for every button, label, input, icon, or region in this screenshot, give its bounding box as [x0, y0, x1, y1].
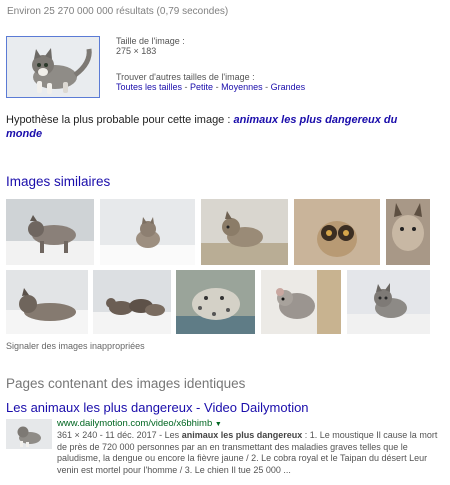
size-link-separator: -	[182, 82, 191, 92]
matching-pages-heading: Pages contenant des images identiques	[6, 376, 246, 391]
similar-images-heading[interactable]: Images similaires	[6, 174, 110, 189]
similar-image-lemur[interactable]	[294, 199, 380, 265]
size-link-medium[interactable]: Moyennes	[221, 82, 263, 92]
result-meta: 361 × 240 - 11 déc. 2017 - Les	[57, 430, 180, 440]
similar-image-wolf-lying[interactable]	[6, 270, 88, 334]
best-guess: Hypothèse la plus probable pour cette im…	[6, 113, 436, 141]
similar-image-kitten-snow[interactable]	[100, 199, 195, 265]
size-link-large[interactable]: Grandes	[271, 82, 306, 92]
similar-image-lynx[interactable]	[386, 199, 430, 265]
report-inappropriate-link[interactable]: Signaler des images inappropriées	[6, 341, 145, 351]
best-guess-label: Hypothèse la plus probable pour cette im…	[6, 114, 231, 126]
result-title-link[interactable]: Les animaux les plus dangereux - Video D…	[6, 400, 309, 415]
similar-image-wolf-pack[interactable]	[93, 270, 171, 334]
result-url[interactable]: www.dailymotion.com/video/x6bhimb ▼	[57, 418, 222, 429]
query-image-thumbnail[interactable]	[6, 36, 100, 98]
size-links: Toutes les tailles - Petite - Moyennes -…	[116, 82, 305, 93]
size-link-all[interactable]: Toutes les tailles	[116, 82, 182, 92]
result-thumbnail[interactable]	[6, 419, 52, 449]
result-url-text: www.dailymotion.com/video/x6bhimb	[57, 418, 213, 429]
result-meta-bold: animaux les plus dangereux	[181, 430, 303, 440]
chevron-down-icon[interactable]: ▼	[215, 421, 222, 428]
similar-image-wolf-snow[interactable]	[6, 199, 94, 265]
result-stats: Environ 25 270 000 000 résultats (0,79 s…	[7, 6, 229, 17]
similar-image-wolf-grass[interactable]	[201, 199, 288, 265]
image-size-value: 275 × 183	[116, 46, 157, 56]
size-link-separator: -	[262, 82, 271, 92]
similar-image-rat[interactable]	[261, 270, 341, 334]
size-link-separator: -	[213, 82, 222, 92]
result-snippet: 361 × 240 - 11 déc. 2017 - Les animaux l…	[57, 430, 442, 476]
similar-image-snow-leopard[interactable]	[176, 270, 255, 334]
size-link-small[interactable]: Petite	[190, 82, 213, 92]
similar-image-kitten[interactable]	[347, 270, 430, 334]
